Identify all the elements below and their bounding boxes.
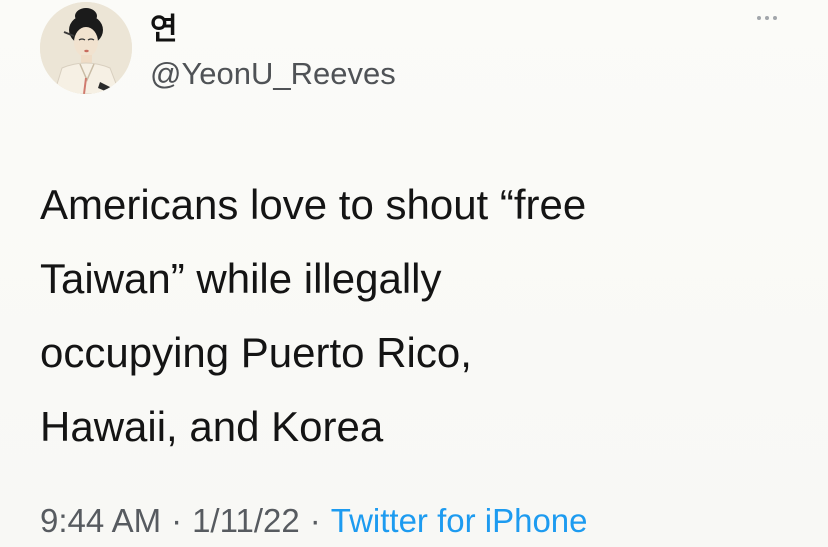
tweet-card: 연 @YeonU_Reeves Americans love to shout … (0, 0, 828, 547)
meta-separator: · (171, 502, 183, 539)
tweet-time[interactable]: 9:44 AM (40, 502, 161, 539)
tweet-text: Americans love to shout “free Taiwan” wh… (40, 181, 587, 450)
author-avatar[interactable] (40, 2, 132, 94)
tweet-source-link[interactable]: Twitter for iPhone (331, 502, 588, 539)
author-display-name[interactable]: 연 (150, 4, 178, 48)
more-options-icon[interactable] (752, 8, 782, 28)
tweet-meta: 9:44 AM · 1/11/22 · Twitter for iPhone (40, 502, 588, 540)
tweet-date[interactable]: 1/11/22 (192, 502, 300, 539)
meta-separator: · (309, 502, 321, 539)
author-handle[interactable]: @YeonU_Reeves (150, 56, 396, 92)
avatar-portrait-icon (40, 2, 132, 94)
